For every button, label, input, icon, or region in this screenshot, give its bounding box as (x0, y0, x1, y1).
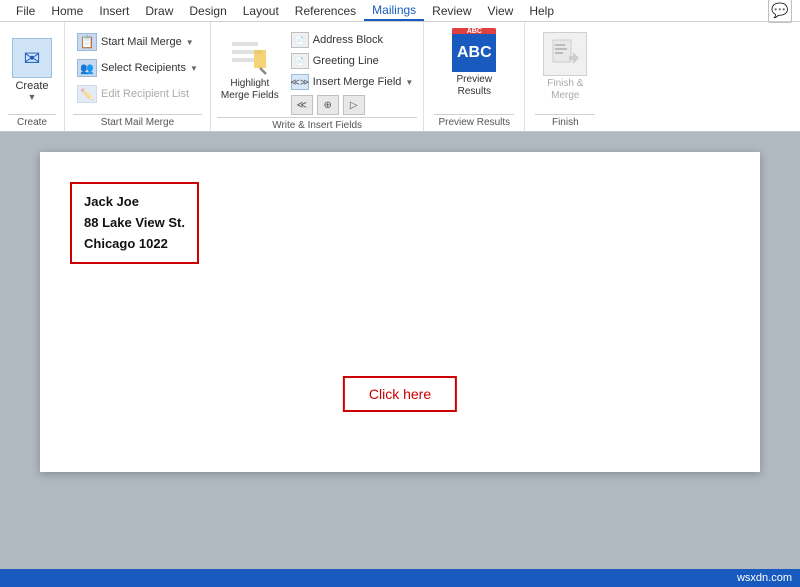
address-block-label: Address Block (313, 34, 383, 46)
start-merge-group-label: Start Mail Merge (73, 114, 202, 131)
address-line-2: 88 Lake View St. (84, 213, 185, 234)
preview-group-label: Preview Results (434, 114, 514, 131)
insert-merge-field-label: Insert Merge Field (313, 76, 402, 88)
greeting-line-button[interactable]: 📄 Greeting Line (287, 51, 418, 71)
write-insert-group: Highlight Merge Fields 📄 Address Block 📄… (211, 22, 424, 131)
preview-abc-icon: ABC ABC (452, 28, 496, 72)
address-block-box: Jack Joe 88 Lake View St. Chicago 1022 (70, 182, 199, 264)
insert-merge-arrow: ▼ (405, 78, 413, 87)
menu-help[interactable]: Help (521, 2, 562, 20)
select-recipients-label: Select Recipients (101, 62, 186, 74)
finish-merge-button[interactable]: Finish & Merge (539, 28, 591, 106)
menu-insert[interactable]: Insert (91, 2, 137, 20)
create-label: Create (15, 80, 48, 92)
insert-merge-field-button[interactable]: ≪≫ Insert Merge Field ▼ (287, 72, 418, 92)
highlight-merge-fields-button[interactable]: Highlight Merge Fields (217, 30, 283, 106)
menu-draw[interactable]: Draw (137, 2, 181, 20)
edit-recipient-list-button[interactable]: ✏️ Edit Recipient List (73, 82, 202, 106)
create-icon: ✉ (12, 38, 52, 78)
preview-results-group: ABC ABC Preview Results Preview Results (424, 22, 525, 131)
insert-fields-column: 📄 Address Block 📄 Greeting Line ≪≫ Inser… (287, 30, 418, 117)
menu-home[interactable]: Home (43, 2, 91, 20)
greeting-line-icon: 📄 (291, 53, 309, 69)
ribbon: ✉ Create ▼ Create 📋 Start Mail Merge ▼ 👥… (0, 22, 800, 132)
menu-file[interactable]: File (8, 2, 43, 20)
finish-merge-icon (543, 32, 587, 76)
highlight-label: Highlight Merge Fields (221, 78, 279, 102)
menu-review[interactable]: Review (424, 2, 479, 20)
menu-bar: File Home Insert Draw Design Layout Refe… (0, 0, 800, 22)
menu-references[interactable]: References (287, 2, 364, 20)
create-group-label: Create (8, 114, 56, 131)
edit-recipient-label: Edit Recipient List (101, 88, 189, 100)
create-button[interactable]: ✉ Create ▼ (8, 34, 56, 106)
start-mail-merge-button[interactable]: 📋 Start Mail Merge ▼ (73, 30, 202, 54)
select-recipients-arrow: ▼ (190, 64, 198, 73)
merge-field-icon-2[interactable]: ⊕ (317, 95, 339, 115)
address-line-1: Jack Joe (84, 192, 185, 213)
start-mail-merge-arrow: ▼ (186, 38, 194, 47)
menu-design[interactable]: Design (181, 2, 234, 20)
address-block-button[interactable]: 📄 Address Block (287, 30, 418, 50)
address-block-icon: 📄 (291, 32, 309, 48)
address-line-3: Chicago 1022 (84, 234, 185, 255)
abc-text: ABC (457, 44, 492, 62)
merge-field-icon-1[interactable]: ≪ (291, 95, 313, 115)
document-area: Jack Joe 88 Lake View St. Chicago 1022 C… (0, 132, 800, 569)
website-label: wsxdn.com (737, 572, 792, 584)
select-recipients-button[interactable]: 👥 Select Recipients ▼ (73, 56, 202, 80)
document-page: Jack Joe 88 Lake View St. Chicago 1022 C… (40, 152, 760, 472)
finish-merge-label: Finish & Merge (547, 78, 583, 102)
preview-results-label: Preview Results (457, 74, 493, 98)
merge-field-icon-3[interactable]: ▷ (343, 95, 365, 115)
finish-group-label: Finish (535, 114, 595, 131)
start-mail-merge-group: 📋 Start Mail Merge ▼ 👥 Select Recipients… (65, 22, 211, 131)
create-group: ✉ Create ▼ Create (0, 22, 65, 131)
create-arrow: ▼ (28, 92, 37, 102)
click-here-label: Click here (369, 386, 431, 402)
write-insert-group-label: Write & Insert Fields (217, 117, 417, 134)
start-mail-merge-icon: 📋 (77, 33, 97, 51)
chat-icon[interactable]: 💬 (768, 0, 792, 23)
click-here-button[interactable]: Click here (343, 376, 457, 412)
edit-recipient-icon: ✏️ (77, 85, 97, 103)
preview-results-button[interactable]: ABC ABC Preview Results (434, 28, 514, 98)
greeting-line-label: Greeting Line (313, 55, 379, 67)
select-recipients-icon: 👥 (77, 59, 97, 77)
highlight-icon (228, 34, 272, 78)
menu-layout[interactable]: Layout (235, 2, 287, 20)
insert-merge-icon: ≪≫ (291, 74, 309, 90)
status-bar: wsxdn.com (0, 569, 800, 587)
start-mail-merge-label: Start Mail Merge (101, 36, 182, 48)
menu-mailings[interactable]: Mailings (364, 1, 424, 21)
finish-group: Finish & Merge Finish (525, 22, 605, 131)
menu-view[interactable]: View (480, 2, 522, 20)
